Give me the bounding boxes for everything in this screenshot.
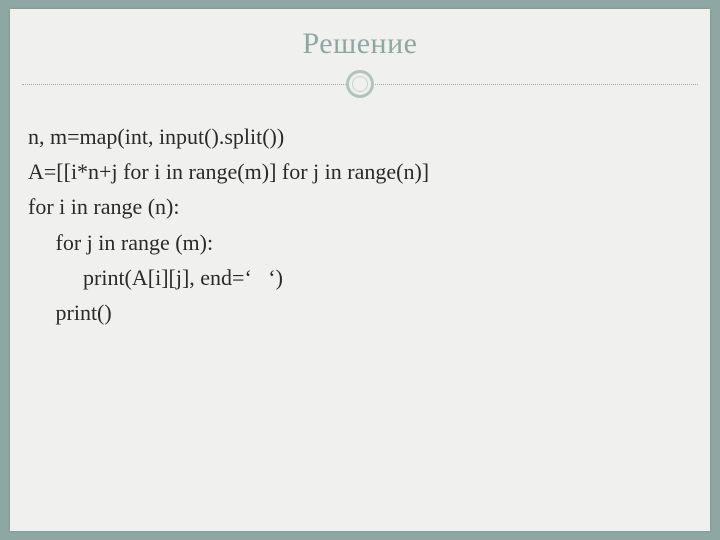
code-line: A=[[i*n+j for i in range(m)] for j in ra…: [28, 154, 692, 189]
code-line: for i in range (n):: [28, 189, 692, 224]
slide: Решение n, m=map(int, input().split()) A…: [10, 9, 710, 531]
code-line: for j in range (m):: [28, 225, 692, 260]
code-block: n, m=map(int, input().split()) A=[[i*n+j…: [10, 119, 710, 330]
slide-title: Решение: [10, 9, 710, 69]
code-line: print(): [28, 295, 692, 330]
code-line: n, m=map(int, input().split()): [28, 119, 692, 154]
ring-icon: [346, 70, 374, 98]
code-line: print(A[i][j], end=‘ ‘): [28, 260, 692, 295]
title-divider: [10, 69, 710, 101]
